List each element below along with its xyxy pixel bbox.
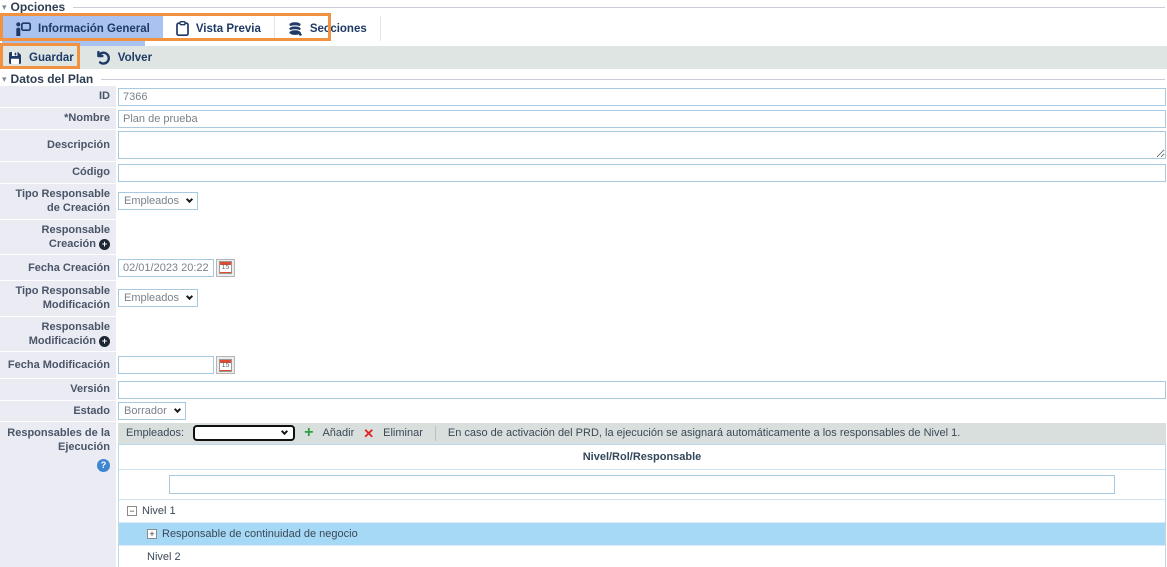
responsable-creacion-label: Responsable Creación+ [0,220,116,255]
divider [73,7,1165,8]
table-filter-row [119,470,1165,500]
responsable-modificacion-value [116,317,1167,352]
tipo-responsable-modificacion-label: Tipo Responsable Modificación [0,281,116,316]
responsables-table: Nivel/Rol/Responsable − Nivel 1 + Respon… [118,444,1166,567]
form-row-fecha-creacion: Fecha Creación 15 [0,255,1167,280]
fecha-modificacion-label: Fecha Modificación [0,352,116,378]
chevron-down-icon [186,293,193,300]
form-row-descripcion: Descripción [0,130,1167,161]
version-label: Versión [0,379,116,399]
responsables-panel: Empleados: + Añadir ✕ Eliminar En caso d… [118,423,1166,567]
expand-toggle-icon[interactable]: + [147,529,157,539]
nombre-label: *Nombre [0,108,116,129]
responsables-ejecucion-label: Responsables de la Ejecución ? [0,422,116,567]
add-responsable-modificacion-icon[interactable]: + [99,336,110,347]
tab-label: Secciones [310,23,367,35]
tipo-responsable-creacion-select[interactable]: Empleados [118,192,198,210]
tree-row-responsable-continuidad[interactable]: + Responsable de continuidad de negocio [119,523,1165,546]
opciones-section-header: ▾ Opciones [0,0,1167,14]
form-row-version: Versión [0,379,1167,399]
tree-row-nivel-1[interactable]: − Nivel 1 [119,500,1165,523]
save-icon [8,51,22,65]
form-row-codigo: Código [0,162,1167,183]
form-row-responsable-creacion: Responsable Creación+ [0,220,1167,255]
tab-informacion-general[interactable]: Información General [2,16,163,41]
tab-vista-previa[interactable]: Vista Previa [163,16,275,41]
volver-button[interactable]: Volver [96,51,152,65]
empleados-selector-label: Empleados: [126,427,184,439]
tab-secciones[interactable]: Secciones [275,16,381,41]
eliminar-button[interactable]: Eliminar [383,427,423,439]
help-icon[interactable]: ? [97,459,110,472]
plan-form: ID *Nombre Descripción Código Tipo Respo… [0,86,1167,567]
responsable-modificacion-label: Responsable Modificación+ [0,317,116,352]
codigo-input[interactable] [118,164,1166,182]
datos-section-header: ▾ Datos del Plan [0,72,1167,86]
calendar-icon: 15 [219,359,232,372]
collapse-arrow-icon[interactable]: ▾ [2,75,7,84]
tab-bar: Información General Vista Previa [0,16,1167,41]
plan-edit-page: ▾ Opciones Información General Vist [0,0,1167,567]
descripcion-label: Descripción [0,130,116,161]
divider [101,79,1165,80]
collapse-arrow-icon[interactable]: ▾ [2,3,7,12]
fecha-creacion-input[interactable] [118,259,214,277]
tab-label: Vista Previa [196,23,261,35]
fecha-modificacion-calendar-button[interactable]: 15 [216,356,235,374]
responsable-creacion-value [116,220,1167,255]
id-label: ID [0,86,116,107]
calendar-icon: 15 [219,261,232,274]
empleado-select[interactable] [193,425,295,441]
fecha-creacion-calendar-button[interactable]: 15 [216,259,235,277]
form-row-estado: Estado Borrador [0,401,1167,421]
database-icon [288,22,303,36]
opciones-title: Opciones [11,0,66,14]
volver-label: Volver [118,52,152,64]
chevron-down-icon [186,196,193,203]
version-input[interactable] [118,381,1166,399]
tipo-responsable-creacion-label: Tipo Responsable de Creación [0,184,116,219]
collapse-toggle-icon[interactable]: − [127,506,137,516]
form-row-fecha-modificacion: Fecha Modificación 15 [0,352,1167,378]
anadir-button[interactable]: Añadir [322,427,354,439]
estado-label: Estado [0,401,116,421]
form-row-tipo-responsable-creacion: Tipo Responsable de Creación Empleados [0,184,1167,219]
fecha-creacion-label: Fecha Creación [0,255,116,280]
person-presenter-icon [15,22,31,36]
undo-arrow-icon [96,51,111,65]
add-icon[interactable]: + [304,425,313,441]
add-responsable-creacion-icon[interactable]: + [99,239,110,250]
chevron-down-icon [174,406,181,413]
prd-note: En caso de activación del PRD, la ejecuc… [448,427,960,439]
tree-row-label: Responsable de continuidad de negocio [162,528,358,540]
tipo-responsable-modificacion-select[interactable]: Empleados [118,289,198,307]
tree-filter-input[interactable] [169,475,1115,494]
descripcion-textarea[interactable] [118,131,1166,159]
codigo-label: Código [0,162,116,183]
guardar-button[interactable]: Guardar [8,51,74,65]
form-row-nombre: *Nombre [0,108,1167,129]
datos-title: Datos del Plan [11,72,94,86]
delete-icon[interactable]: ✕ [363,427,374,440]
clipboard-icon [176,21,189,36]
form-row-responsable-modificacion: Responsable Modificación+ [0,317,1167,352]
toolbar: Guardar Volver [0,46,1167,69]
form-row-responsables-ejecucion: Responsables de la Ejecución ? Empleados… [0,422,1167,567]
divider [435,426,436,441]
nombre-input[interactable] [118,110,1166,128]
fecha-modificacion-input[interactable] [118,356,214,374]
tab-label: Información General [38,23,150,35]
chevron-down-icon [281,428,288,435]
tree-row-label: Nivel 1 [142,505,176,517]
form-row-tipo-responsable-modificacion: Tipo Responsable Modificación Empleados [0,281,1167,316]
tree-row-nivel-2[interactable]: Nivel 2 [119,546,1165,567]
tree-row-label: Nivel 2 [147,551,181,563]
estado-select[interactable]: Borrador [118,402,186,420]
table-header: Nivel/Rol/Responsable [119,445,1165,470]
guardar-label: Guardar [29,52,74,64]
responsables-toolbar: Empleados: + Añadir ✕ Eliminar En caso d… [118,423,1166,444]
form-row-id: ID [0,86,1167,107]
id-input[interactable] [118,88,1166,106]
